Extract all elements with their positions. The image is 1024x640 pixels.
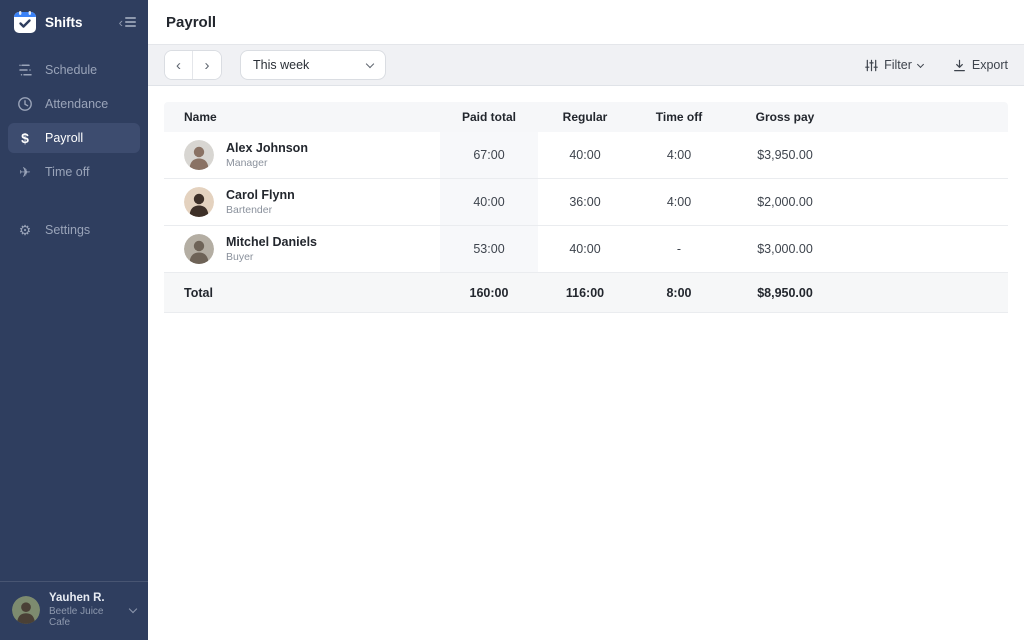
table-total-row: Total 160:00 116:00 8:00 $8,950.00 bbox=[164, 273, 1008, 313]
total-time-off: 8:00 bbox=[632, 286, 726, 300]
total-label: Total bbox=[164, 286, 440, 300]
time-off-cell: 4:00 bbox=[632, 195, 726, 209]
settings-icon: ⚙ bbox=[16, 221, 34, 239]
user-organization: Beetle Juice Cafe bbox=[49, 606, 121, 628]
paid-total-cell: 40:00 bbox=[440, 179, 538, 225]
content-area: Name Paid total Regular Time off Gross p… bbox=[148, 86, 1024, 640]
sidebar-item-settings[interactable]: ⚙ Settings bbox=[8, 215, 140, 245]
download-icon bbox=[953, 59, 966, 72]
total-regular: 116:00 bbox=[538, 286, 632, 300]
table-row[interactable]: Mitchel Daniels Buyer 53:00 40:00 - $3,0… bbox=[164, 226, 1008, 273]
page-header: Payroll bbox=[148, 0, 1024, 44]
employee-role: Buyer bbox=[226, 251, 317, 263]
shifts-logo-icon bbox=[14, 11, 36, 33]
export-button[interactable]: Export bbox=[953, 58, 1008, 72]
user-name: Yauhen R. bbox=[49, 592, 121, 604]
column-header-gross-pay[interactable]: Gross pay bbox=[726, 110, 844, 124]
column-header-regular[interactable]: Regular bbox=[538, 110, 632, 124]
attendance-icon bbox=[16, 95, 34, 113]
gross-pay-cell: $3,000.00 bbox=[726, 242, 844, 256]
employee-avatar bbox=[184, 234, 214, 264]
period-nav: ‹ › bbox=[164, 50, 222, 80]
user-avatar bbox=[12, 596, 40, 624]
employee-name: Mitchel Daniels bbox=[226, 235, 317, 249]
gross-pay-cell: $2,000.00 bbox=[726, 195, 844, 209]
time-off-cell: - bbox=[632, 242, 726, 256]
employee-avatar bbox=[184, 140, 214, 170]
next-period-button[interactable]: › bbox=[193, 51, 221, 79]
table-row[interactable]: Carol Flynn Bartender 40:00 36:00 4:00 $… bbox=[164, 179, 1008, 226]
employee-role: Manager bbox=[226, 157, 308, 169]
app-title: Shifts bbox=[45, 15, 110, 30]
main-area: Payroll ‹ › This week Filter bbox=[148, 0, 1024, 640]
chevron-down-icon bbox=[366, 60, 374, 68]
logo-row: Shifts ‹ bbox=[0, 0, 148, 43]
schedule-icon bbox=[16, 61, 34, 79]
sidebar-nav: Schedule Attendance $ Payroll ✈ Time off… bbox=[0, 53, 148, 247]
sidebar: Shifts ‹ Schedule Attendance $ Payroll ✈… bbox=[0, 0, 148, 640]
total-gross: $8,950.00 bbox=[726, 286, 844, 300]
time-off-icon: ✈ bbox=[16, 163, 34, 181]
filter-button[interactable]: Filter bbox=[865, 58, 923, 72]
payroll-icon: $ bbox=[16, 129, 34, 147]
paid-total-cell: 67:00 bbox=[440, 132, 538, 178]
payroll-table: Name Paid total Regular Time off Gross p… bbox=[164, 102, 1008, 313]
sidebar-item-time-off[interactable]: ✈ Time off bbox=[8, 157, 140, 187]
table-row[interactable]: Alex Johnson Manager 67:00 40:00 4:00 $3… bbox=[164, 132, 1008, 179]
chevron-down-icon bbox=[129, 604, 137, 612]
sidebar-collapse-icon[interactable]: ‹ bbox=[119, 16, 136, 29]
employee-avatar bbox=[184, 187, 214, 217]
table-header-row: Name Paid total Regular Time off Gross p… bbox=[164, 102, 1008, 132]
account-switcher[interactable]: Yauhen R. Beetle Juice Cafe bbox=[0, 581, 148, 640]
sidebar-item-schedule[interactable]: Schedule bbox=[8, 55, 140, 85]
page-title: Payroll bbox=[166, 14, 216, 31]
employee-name: Carol Flynn bbox=[226, 188, 295, 202]
employee-name: Alex Johnson bbox=[226, 141, 308, 155]
prev-period-button[interactable]: ‹ bbox=[165, 51, 193, 79]
paid-total-cell: 53:00 bbox=[440, 226, 538, 272]
column-header-paid-total[interactable]: Paid total bbox=[440, 110, 538, 124]
regular-cell: 40:00 bbox=[538, 242, 632, 256]
gross-pay-cell: $3,950.00 bbox=[726, 148, 844, 162]
regular-cell: 40:00 bbox=[538, 148, 632, 162]
employee-role: Bartender bbox=[226, 204, 295, 216]
sidebar-item-attendance[interactable]: Attendance bbox=[8, 89, 140, 119]
period-select[interactable]: This week bbox=[240, 50, 386, 80]
column-header-name[interactable]: Name bbox=[164, 110, 440, 124]
total-paid: 160:00 bbox=[440, 286, 538, 300]
regular-cell: 36:00 bbox=[538, 195, 632, 209]
filter-sliders-icon bbox=[865, 59, 878, 72]
column-header-time-off[interactable]: Time off bbox=[632, 110, 726, 124]
toolbar: ‹ › This week Filter bbox=[148, 44, 1024, 86]
period-select-value: This week bbox=[253, 58, 309, 72]
time-off-cell: 4:00 bbox=[632, 148, 726, 162]
app-window: Shifts ‹ Schedule Attendance $ Payroll ✈… bbox=[0, 0, 1024, 640]
chevron-down-icon bbox=[917, 60, 924, 67]
sidebar-item-payroll[interactable]: $ Payroll bbox=[8, 123, 140, 153]
